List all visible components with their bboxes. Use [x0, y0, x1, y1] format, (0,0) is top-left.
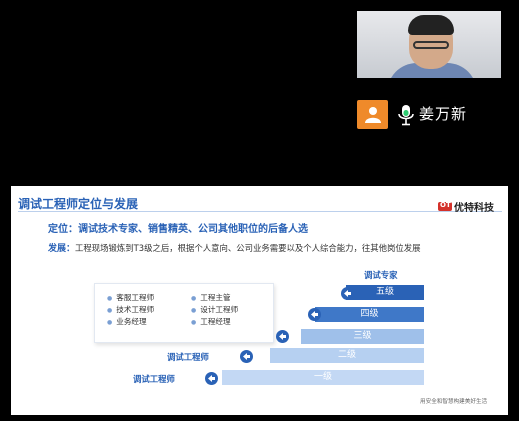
- role-item: ● 工程经理: [191, 317, 231, 326]
- arrow-left-icon: [240, 350, 253, 363]
- shared-slide: 调试工程师定位与发展 OT 优特科技 定位：调试技术专家、销售精英、公司其他职位的…: [11, 186, 508, 415]
- bullet-icon: ●: [191, 319, 197, 326]
- microphone-icon[interactable]: [396, 104, 416, 126]
- positioning-line: 定位：调试技术专家、销售精英、公司其他职位的后备人选: [48, 220, 308, 235]
- person-hair: [408, 15, 454, 35]
- role-item: ● 客服工程师: [107, 293, 155, 302]
- person-icon: [364, 107, 381, 123]
- level-bar: 五级: [346, 285, 424, 300]
- role-item: ● 技术工程师: [107, 305, 155, 314]
- positioning-text: 调试技术专家、销售精英、公司其他职位的后备人选: [78, 224, 308, 235]
- level-label-expert: 调试专家: [364, 270, 398, 280]
- participant-name: 姜万新: [419, 105, 468, 123]
- title-divider: [18, 211, 502, 212]
- person-glasses: [413, 41, 449, 49]
- arrow-left-icon: [341, 287, 354, 300]
- level-bar: 一级: [222, 370, 424, 385]
- development-key: 发展：: [48, 244, 76, 254]
- level-bar: 二级: [270, 348, 424, 363]
- bullet-icon: ●: [191, 295, 197, 302]
- participant-avatar[interactable]: [357, 100, 388, 129]
- bullet-icon: ●: [107, 319, 113, 326]
- arrow-left-icon: [308, 308, 321, 321]
- company-logo: OT 优特科技: [438, 196, 494, 214]
- arrow-left-icon: [205, 372, 218, 385]
- logo-text: 优特科技: [454, 203, 494, 214]
- positioning-key: 定位：: [48, 224, 78, 235]
- development-text: 工程现场锻炼到T3级之后，根据个人意向、公司业务需要以及个人综合能力，往其他岗位…: [75, 243, 421, 253]
- roles-box: ● 客服工程师 ● 工程主管 ● 技术工程师 ● 设计工程师 ● 业务经理 ● 工程经理: [94, 283, 274, 343]
- role-item: ● 工程主管: [191, 293, 231, 302]
- role-item: ● 业务经理: [107, 317, 147, 326]
- level-label-engineer: 调试工程师: [133, 374, 175, 384]
- level-label-engineer: 调试工程师: [167, 352, 209, 362]
- logo-mark: OT: [438, 201, 452, 211]
- slide-title: 调试工程师定位与发展: [18, 197, 139, 211]
- bullet-icon: ●: [107, 295, 113, 302]
- development-line: 发展：工程现场锻炼到T3级之后，根据个人意向、公司业务需要以及个人综合能力，往其…: [48, 241, 420, 254]
- slide-slogan: 用安全和智慧构建美好生活: [420, 399, 488, 405]
- arrow-left-icon: [276, 330, 289, 343]
- role-item: ● 设计工程师: [191, 305, 239, 314]
- bullet-icon: ●: [191, 307, 197, 314]
- bullet-icon: ●: [107, 307, 113, 314]
- level-bar: 四级: [315, 307, 424, 322]
- video-tile[interactable]: [357, 11, 501, 78]
- level-bar: 三级: [301, 329, 424, 344]
